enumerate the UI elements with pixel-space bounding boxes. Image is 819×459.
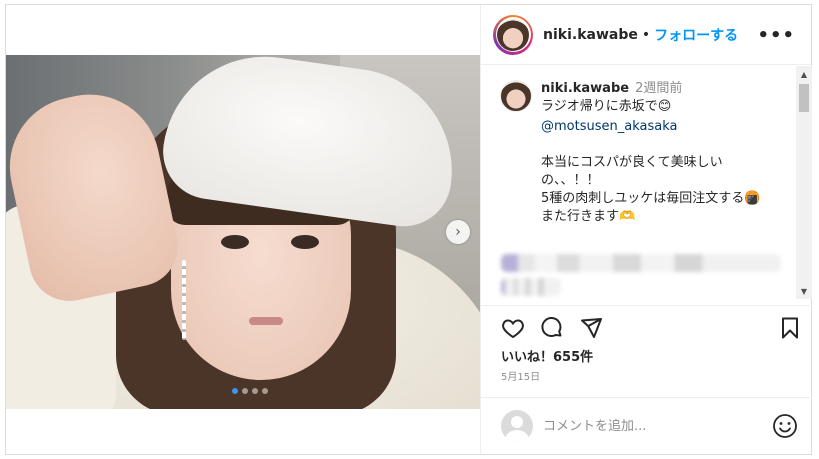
photo-eye-right: [291, 235, 319, 249]
blurred-comment-meta: [501, 278, 561, 296]
avatar-image: [497, 18, 529, 51]
blurred-comment: [501, 254, 781, 272]
photo-mouth: [249, 317, 283, 325]
scroll-thumb[interactable]: [799, 84, 809, 112]
avatar[interactable]: [493, 14, 533, 55]
caption-gap: [541, 136, 791, 154]
caption-mention[interactable]: @motsusen_akasaka: [541, 118, 791, 136]
caption-line: ラジオ帰りに赤坂で😊: [541, 99, 672, 114]
add-comment-bar: [481, 397, 812, 454]
carousel-dots: [232, 388, 268, 394]
follow-button[interactable]: フォローする: [654, 25, 738, 45]
carousel-dot: [252, 388, 258, 394]
action-bar: [481, 305, 812, 349]
share-icon[interactable]: [577, 314, 605, 342]
post-media: ›: [6, 5, 480, 454]
caption-username[interactable]: niki.kawabe: [541, 81, 629, 96]
next-arrow-icon[interactable]: ›: [446, 220, 470, 244]
carousel-dot: [232, 388, 238, 394]
comment-input[interactable]: [543, 416, 763, 436]
carousel-dot: [242, 388, 248, 394]
photo-eye-left: [221, 235, 249, 249]
heart-icon[interactable]: [499, 314, 527, 342]
photo-hand: [6, 81, 186, 309]
like-count[interactable]: いいね！655件: [501, 346, 593, 365]
instagram-embed: › niki.kawabe • フォローする ••• niki.kawabe2: [5, 4, 812, 455]
scrollbar[interactable]: ▲ ▼: [796, 66, 812, 299]
photo-earring: [182, 260, 186, 340]
caption-line: 本当にコスパが良くて美味しい: [541, 155, 723, 170]
post-panel: niki.kawabe • フォローする ••• niki.kawabe 2週間前…: [480, 5, 812, 454]
header-separator: •: [641, 26, 651, 43]
caption-line: 5種の肉刺しユッケは毎回注文する🍘: [541, 191, 761, 206]
caption-time: 2週間前: [635, 81, 683, 96]
caption-line: また行きます🫶: [541, 209, 636, 224]
scroll-down-arrow[interactable]: ▼: [796, 283, 812, 299]
post-photo[interactable]: [6, 55, 480, 409]
more-icon[interactable]: •••: [757, 25, 795, 46]
header-username[interactable]: niki.kawabe: [543, 27, 638, 43]
caption-line: の、、！！: [541, 173, 600, 188]
post-header: niki.kawabe • フォローする •••: [481, 5, 811, 65]
comments-area[interactable]: niki.kawabe 2週間前 ラジオ帰りに赤坂で😊 @motsusen_aka…: [481, 66, 812, 299]
comment-icon[interactable]: [538, 314, 566, 342]
carousel-dot: [262, 388, 268, 394]
user-avatar: [501, 410, 533, 442]
scroll-up-arrow[interactable]: ▲: [796, 66, 812, 82]
bookmark-icon[interactable]: [776, 314, 804, 342]
avatar-border: [495, 17, 531, 52]
caption-avatar[interactable]: [500, 80, 532, 112]
emoji-icon[interactable]: [772, 413, 798, 439]
caption: niki.kawabe 2週間前 ラジオ帰りに赤坂で😊 @motsusen_aka…: [541, 80, 791, 226]
post-date[interactable]: 5月15日: [501, 368, 540, 383]
